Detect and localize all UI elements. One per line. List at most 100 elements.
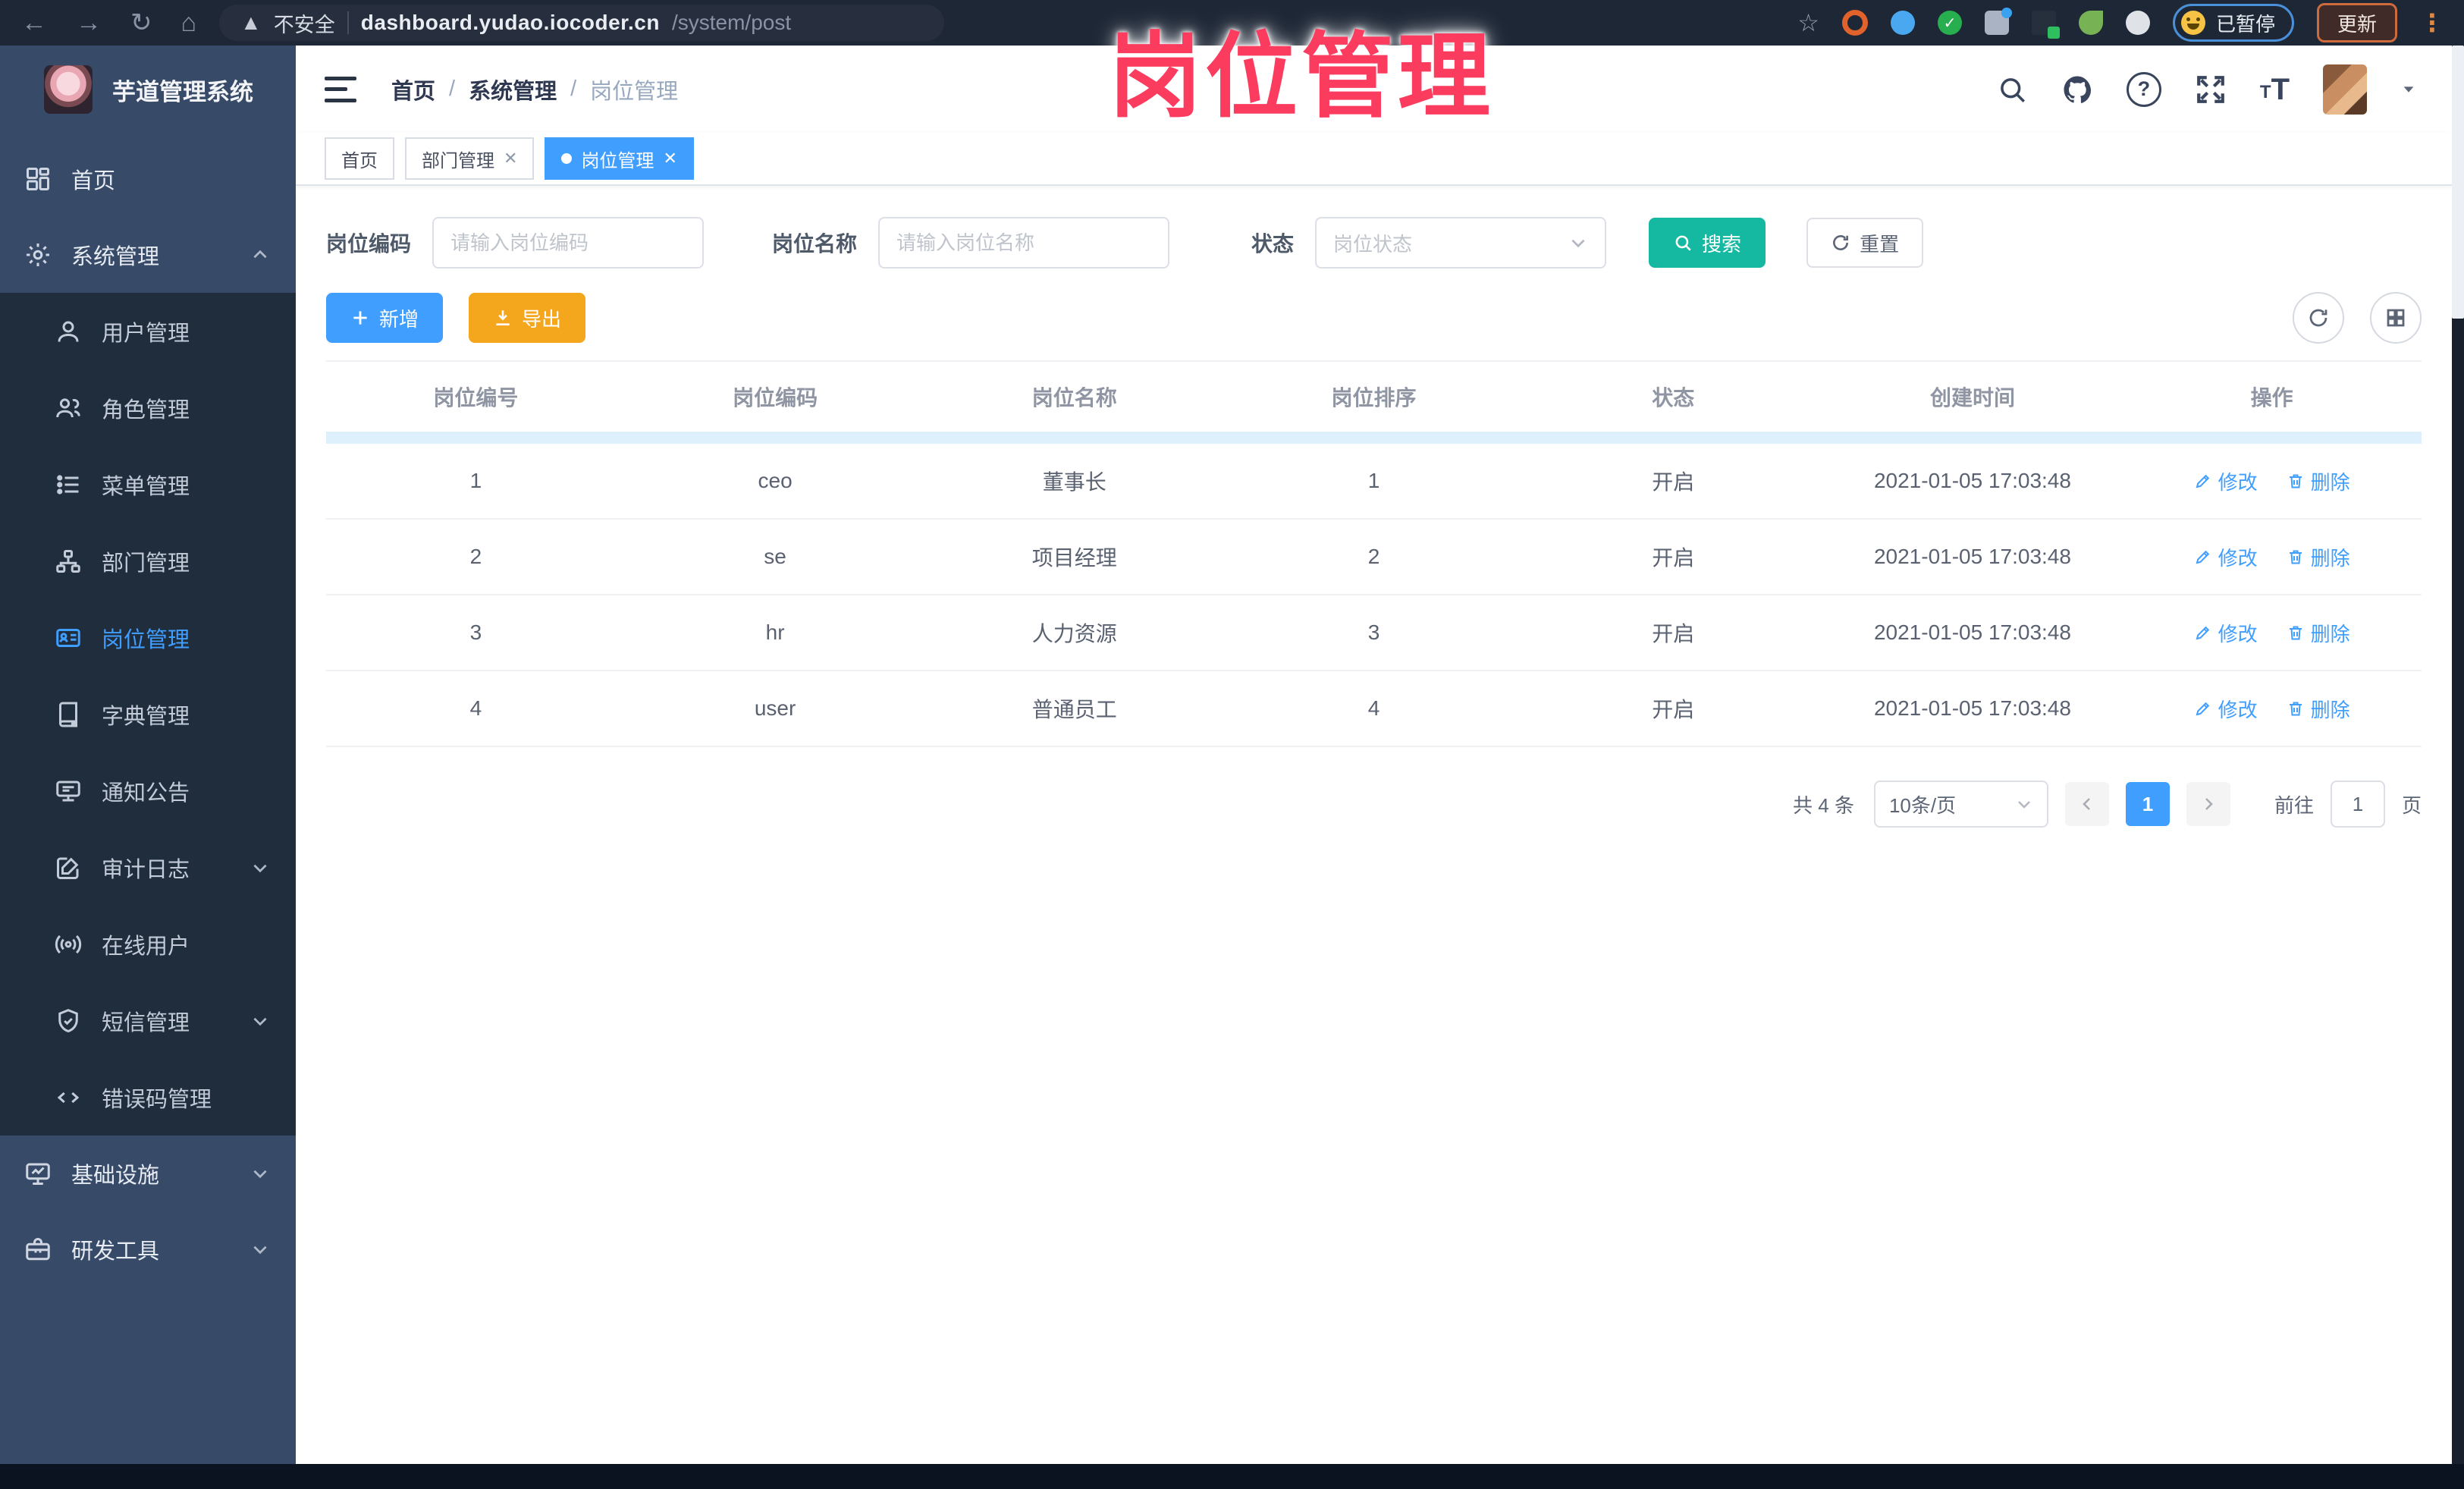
emoji-icon — [2180, 11, 2205, 35]
post-code-input[interactable] — [432, 217, 705, 269]
page-number-button[interactable]: 1 — [2125, 782, 2170, 826]
sidebar-submenu-system: 用户管理 角色管理 菜单管理 部门管理 岗位管理 字典管理 通知公告 审计日志 … — [0, 293, 296, 1136]
sidebar-item-departments[interactable]: 部门管理 — [0, 523, 296, 599]
help-icon[interactable]: ? — [2126, 71, 2161, 107]
monitor-icon — [24, 1160, 52, 1187]
extension-icon-paw[interactable] — [2125, 11, 2150, 35]
edit-link[interactable]: 修改 — [2194, 467, 2258, 495]
pencil-icon — [2194, 699, 2212, 718]
sidebar-item-audit-log[interactable]: 审计日志 — [0, 829, 296, 906]
delete-link[interactable]: 删除 — [2287, 695, 2350, 723]
breadcrumb-system[interactable]: 系统管理 — [469, 74, 557, 105]
col-header: 岗位编号 — [433, 386, 519, 410]
sidebar-item-posts[interactable]: 岗位管理 — [0, 599, 296, 676]
column-settings-button[interactable] — [2370, 292, 2422, 344]
status-select[interactable]: 岗位状态 — [1315, 217, 1607, 269]
sidebar-item-roles[interactable]: 角色管理 — [0, 369, 296, 446]
chevron-left-icon — [2078, 795, 2096, 813]
reset-button[interactable]: 重置 — [1806, 218, 1924, 268]
close-icon[interactable]: ✕ — [504, 150, 517, 167]
tab-home[interactable]: 首页 — [325, 137, 394, 180]
scrollbar-thumb[interactable] — [2452, 46, 2464, 319]
edit-link[interactable]: 修改 — [2194, 695, 2258, 723]
add-button[interactable]: 新增 — [326, 293, 444, 343]
avatar[interactable] — [2323, 64, 2367, 115]
forward-icon[interactable]: → — [76, 10, 102, 36]
sidebar-item-sms[interactable]: 短信管理 — [0, 982, 296, 1059]
app-logo-row[interactable]: 芋道管理系统 — [0, 46, 296, 130]
sidebar-menu: 首页 系统管理 用户管理 角色管理 菜单管理 部门管理 岗位管理 字典管理 通知… — [0, 141, 296, 1287]
sidebar-item-menus[interactable]: 菜单管理 — [0, 446, 296, 523]
post-code-label: 岗位编码 — [326, 232, 412, 256]
breadcrumb-home[interactable]: 首页 — [391, 74, 435, 105]
bookmark-star-icon[interactable]: ☆ — [1797, 8, 1819, 37]
page-size-select[interactable]: 10条/页 — [1873, 781, 2048, 828]
page-scrollbar[interactable] — [2452, 46, 2464, 1464]
app-header: 首页 / 系统管理 / 岗位管理 ? TT — [296, 46, 2452, 133]
back-icon[interactable]: ← — [21, 10, 47, 36]
browser-chrome: ← → ↻ ⌂ ▲ 不安全 dashboard.yudao.iocoder.cn… — [0, 0, 2464, 46]
tab-departments[interactable]: 部门管理 ✕ — [405, 137, 535, 180]
paused-extension-pill[interactable]: 已暂停 — [2172, 4, 2294, 42]
font-size-icon[interactable]: TT — [2260, 74, 2290, 105]
sidebar-item-online-users[interactable]: 在线用户 — [0, 906, 296, 982]
pencil-icon — [2194, 624, 2212, 642]
col-header: 状态 — [1652, 386, 1695, 410]
post-name-input[interactable] — [878, 217, 1170, 269]
delete-link[interactable]: 删除 — [2287, 543, 2350, 571]
sidebar-toggle-icon[interactable] — [325, 76, 356, 102]
chevron-down-icon[interactable] — [2400, 81, 2417, 98]
extension-icon-leaf[interactable] — [2078, 11, 2103, 35]
reload-icon[interactable]: ↻ — [130, 10, 152, 36]
refresh-table-button[interactable] — [2293, 292, 2344, 344]
edit-link[interactable]: 修改 — [2194, 543, 2258, 571]
browser-nav: ← → ↻ ⌂ — [0, 10, 219, 36]
chevron-up-icon — [250, 245, 270, 265]
sidebar-item-dictionary[interactable]: 字典管理 — [0, 676, 296, 752]
extension-icon-blue[interactable] — [1890, 11, 1915, 35]
col-header: 岗位名称 — [1031, 386, 1117, 410]
download-icon — [493, 308, 513, 328]
chevron-right-icon — [2199, 795, 2218, 813]
extension-icon-orange[interactable] — [1841, 10, 1868, 36]
tab-posts[interactable]: 岗位管理 ✕ — [545, 137, 694, 180]
address-bar[interactable]: ▲ 不安全 dashboard.yudao.iocoder.cn /system… — [219, 5, 945, 41]
github-icon[interactable] — [2061, 74, 2093, 105]
table-row: 4 user 普通员工 4 开启 2021-01-05 17:03:48 修改 … — [326, 671, 2422, 747]
search-button[interactable]: 搜索 — [1649, 218, 1766, 268]
sidebar-item-notices[interactable]: 通知公告 — [0, 752, 296, 829]
sidebar-item-users[interactable]: 用户管理 — [0, 293, 296, 369]
edit-link[interactable]: 修改 — [2194, 619, 2258, 647]
browser-menu-icon[interactable]: ⋮ — [2420, 8, 2444, 37]
goto-page-input[interactable] — [2330, 781, 2385, 828]
shield-check-icon — [55, 1007, 82, 1035]
delete-link[interactable]: 删除 — [2287, 467, 2350, 495]
delete-link[interactable]: 删除 — [2287, 619, 2350, 647]
chevron-down-icon — [250, 858, 270, 878]
sidebar-item-dev-tools[interactable]: 研发工具 — [0, 1211, 296, 1287]
sidebar-item-home[interactable]: 首页 — [0, 141, 296, 217]
extension-icon-green-check[interactable]: ✓ — [1937, 11, 1962, 35]
home-icon[interactable]: ⌂ — [181, 10, 197, 36]
url-path: /system/post — [671, 11, 792, 34]
trash-icon — [2287, 472, 2305, 490]
sidebar-item-system[interactable]: 系统管理 — [0, 217, 296, 293]
sidebar-item-error-codes[interactable]: 错误码管理 — [0, 1059, 296, 1136]
page-content: 岗位编码 岗位名称 状态 岗位状态 搜索 重置 — [296, 186, 2452, 828]
close-icon[interactable]: ✕ — [663, 150, 676, 167]
fullscreen-icon[interactable] — [2195, 74, 2227, 105]
prev-page-button[interactable] — [2064, 782, 2109, 826]
extension-icon-grid[interactable] — [1984, 8, 2012, 35]
trash-icon — [2287, 624, 2305, 642]
chevron-down-icon — [250, 1239, 270, 1259]
export-button[interactable]: 导出 — [469, 293, 586, 343]
browser-update-button[interactable]: 更新 — [2316, 3, 2397, 42]
search-icon[interactable] — [1996, 74, 2028, 105]
next-page-button[interactable] — [2186, 782, 2230, 826]
code-icon — [55, 1084, 82, 1111]
status-value: 开启 — [1652, 698, 1695, 721]
gear-icon — [24, 241, 52, 269]
sidebar-item-infrastructure[interactable]: 基础设施 — [0, 1136, 296, 1211]
table-row: 2 se 项目经理 2 开启 2021-01-05 17:03:48 修改 删除 — [326, 520, 2422, 595]
extension-icon-gm[interactable] — [2031, 11, 2060, 39]
